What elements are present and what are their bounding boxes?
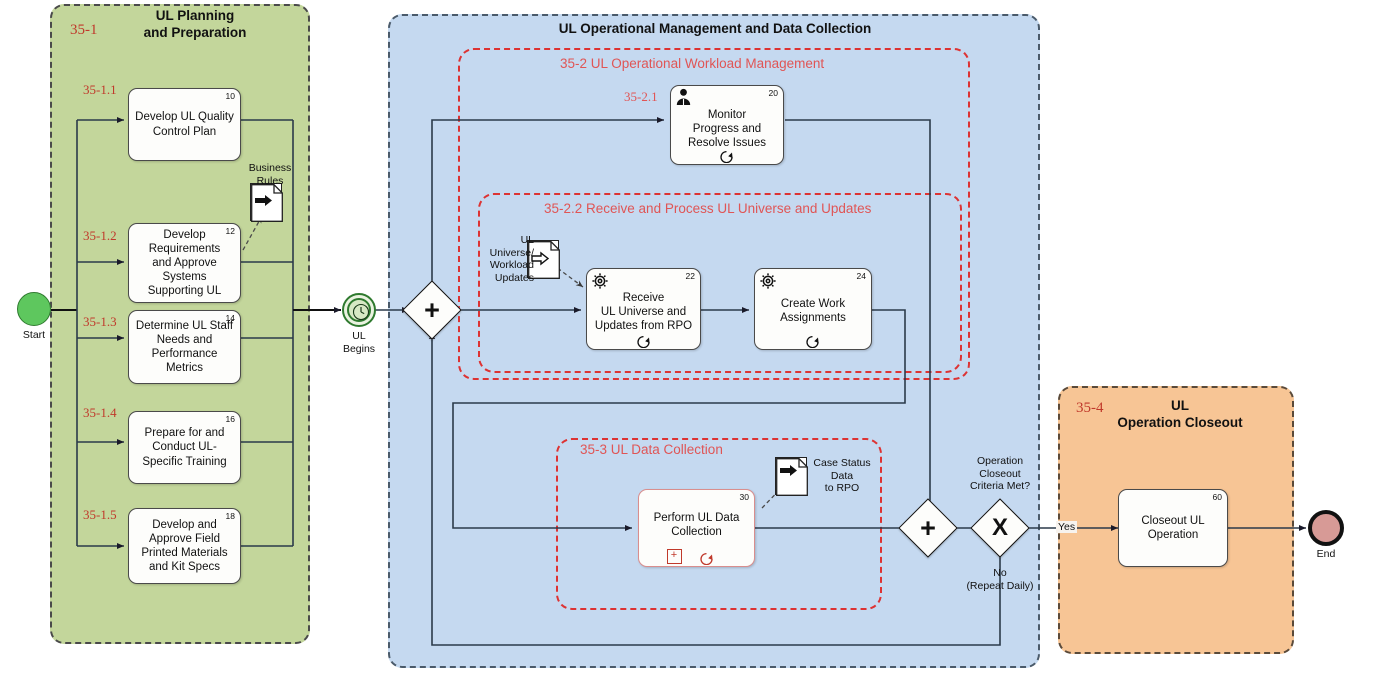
task-number: 20 — [768, 88, 778, 98]
data-object-label-ul-universe: UL Universe/ Workload Updates — [489, 234, 534, 284]
step-number-35-1-5: 35-1.5 — [83, 507, 117, 522]
task-number: 30 — [739, 492, 749, 502]
end-event-label: End — [1316, 548, 1336, 560]
parallel-gateway-join[interactable]: + — [898, 498, 958, 558]
gear-icon — [592, 273, 608, 289]
data-object-label-case-status: Case Status Data to RPO — [813, 457, 871, 495]
parallel-gateway-symbol: + — [920, 512, 936, 543]
loop-marker-icon — [720, 150, 733, 163]
task-number: 16 — [225, 414, 235, 424]
step-number-35-2-1: 35-2.1 — [624, 89, 658, 104]
loop-marker-icon — [699, 552, 713, 565]
task-label: Closeout UL Operation — [1141, 514, 1205, 541]
task-receive-ul-universe-updates[interactable]: 22 Receive UL Universe and Updates from … — [586, 268, 701, 350]
task-number: 24 — [856, 271, 866, 281]
user-icon — [676, 88, 691, 105]
task-label: Monitor Progress and Resolve Issues — [688, 108, 766, 149]
data-object-label-business-rules: Business Rules — [248, 162, 292, 187]
ul-begins-label: UL Begins — [342, 330, 376, 355]
exclusive-gateway-closeout-criteria[interactable]: X — [970, 498, 1030, 558]
task-number: 12 — [225, 226, 235, 236]
pool-number-35-1: 35-1 — [70, 22, 98, 38]
data-object-business-rules[interactable] — [250, 183, 283, 222]
step-number-35-1-2: 35-1.2 — [83, 228, 117, 243]
task-label: Develop UL Quality Control Plan — [135, 111, 234, 138]
task-create-work-assignments[interactable]: 24 Create Work Assignments — [754, 268, 872, 350]
ul-begins-timer-event[interactable] — [342, 293, 376, 327]
task-prepare-conduct-ul-training[interactable]: 16 Prepare for and Conduct UL- Specific … — [128, 411, 241, 484]
end-event[interactable] — [1308, 510, 1344, 546]
clock-icon — [352, 303, 370, 321]
task-monitor-progress-resolve-issues[interactable]: 20 Monitor Progress and Resolve Issues — [670, 85, 784, 165]
bpmn-diagram-canvas: 35-1 UL Planning and Preparation UL Oper… — [0, 0, 1375, 682]
task-label: Develop Requirements and Approve Systems… — [147, 228, 222, 298]
loop-marker-icon — [806, 335, 819, 348]
task-determine-ul-staff-needs[interactable]: 14 Determine UL Staff Needs and Performa… — [128, 310, 241, 384]
exclusive-gateway-label: Operation Closeout Criteria Met? — [969, 455, 1031, 493]
task-develop-requirements-approve-systems[interactable]: 12 Develop Requirements and Approve Syst… — [128, 223, 241, 303]
start-event-label: Start — [22, 329, 46, 341]
task-develop-ul-quality-control-plan[interactable]: 10 Develop UL Quality Control Plan — [128, 88, 241, 161]
task-perform-ul-data-collection[interactable]: 30 Perform UL Data Collection + — [638, 489, 755, 567]
task-number: 14 — [225, 313, 235, 323]
task-label: Determine UL Staff Needs and Performance… — [135, 319, 234, 375]
pool-title-ul-planning: UL Planning and Preparation — [143, 8, 247, 40]
exclusive-gateway-symbol: X — [991, 514, 1008, 541]
subprocess-marker-icon: + — [666, 549, 682, 564]
parallel-gateway-split[interactable]: + — [402, 280, 462, 340]
group-title-35-3: 35-3 UL Data Collection — [580, 442, 723, 457]
task-label: Prepare for and Conduct UL- Specific Tra… — [142, 427, 227, 468]
task-number: 10 — [225, 91, 235, 101]
task-closeout-ul-operation[interactable]: 60 Closeout UL Operation — [1118, 489, 1228, 567]
step-number-35-1-3: 35-1.3 — [83, 314, 117, 329]
task-label: Create Work Assignments — [780, 297, 846, 324]
parallel-gateway-symbol: + — [424, 294, 440, 325]
start-event[interactable] — [17, 292, 51, 326]
pool-title-ul-operation-closeout: UL Operation Closeout — [1117, 398, 1243, 430]
loop-marker-icon — [636, 335, 650, 348]
task-label: Receive UL Universe and Updates from RPO — [594, 291, 693, 332]
task-develop-approve-field-printed-materials[interactable]: 18 Develop and Approve Field Printed Mat… — [128, 508, 241, 584]
task-label: Perform UL Data Collection — [653, 511, 740, 538]
task-label: Develop and Approve Field Printed Materi… — [141, 518, 228, 574]
gear-icon — [760, 273, 776, 289]
document-output-icon — [776, 458, 808, 496]
flow-label-yes: Yes — [1056, 521, 1078, 533]
group-35-2-2-receive-process — [478, 193, 962, 373]
group-title-35-2-2: 35-2.2 Receive and Process UL Universe a… — [544, 201, 872, 216]
task-number: 18 — [225, 511, 235, 521]
task-number: 22 — [685, 271, 695, 281]
step-number-35-1-1: 35-1.1 — [83, 82, 117, 97]
document-output-icon — [251, 184, 283, 222]
group-title-35-2: 35-2 UL Operational Workload Management — [560, 56, 825, 71]
task-number: 60 — [1212, 492, 1222, 502]
step-number-35-1-4: 35-1.4 — [83, 405, 117, 420]
pool-title-ul-operational-management: UL Operational Management and Data Colle… — [558, 21, 872, 36]
data-object-case-status-data[interactable] — [775, 457, 808, 496]
flow-label-no: No (Repeat Daily) — [966, 567, 1034, 592]
